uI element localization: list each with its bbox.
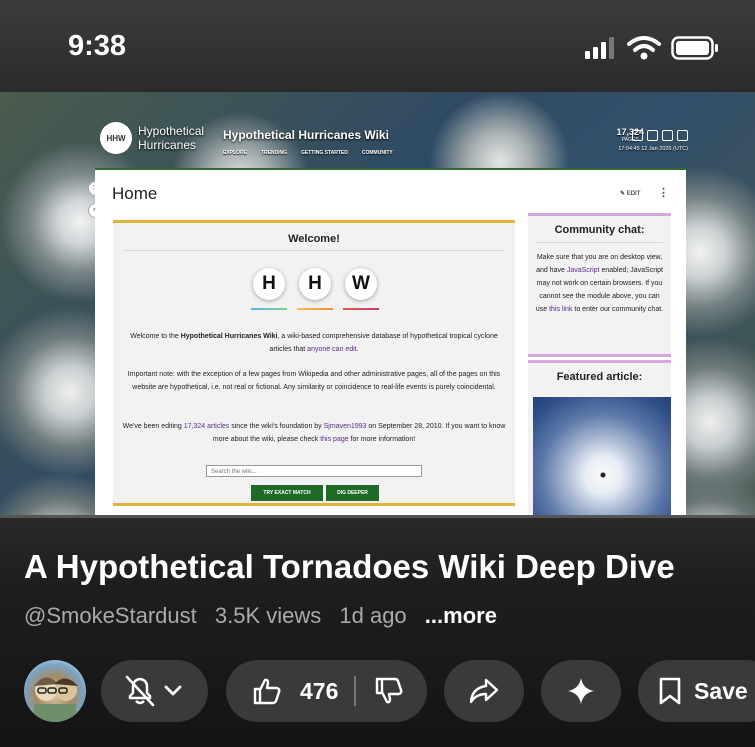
- welcome-paragraph-3: We've been editing 17,324 articles since…: [121, 420, 507, 446]
- wiki-nav-community: COMMUNITY: [361, 150, 393, 156]
- p3-mid: since the wiki's foundation by: [229, 423, 324, 430]
- p1-post: .: [356, 346, 359, 353]
- edit-button: ✎ EDIT: [620, 191, 641, 197]
- welcome-title: Welcome!: [288, 233, 340, 245]
- status-time: 9:38: [68, 30, 127, 62]
- wiki-nav-getting-started: GETTING STARTED: [301, 150, 348, 156]
- bookmark-icon: [659, 677, 681, 705]
- logo-bar-3: [343, 308, 379, 310]
- try-exact-match-button: TRY EXACT MATCH: [251, 485, 323, 501]
- activity-icon: [647, 130, 658, 141]
- more-options-icon: ⋮: [658, 187, 669, 199]
- menu-icon: [677, 130, 688, 141]
- wiki-page: Home ✎ EDIT ⋮ Welcome! H H W Welcome to …: [95, 168, 686, 515]
- logo-bar-2: [297, 308, 333, 310]
- articles-link: 17,324 articles: [183, 423, 230, 430]
- community-chat-title: Community chat:: [554, 224, 645, 236]
- founder-link: Sjmaven1993: [323, 423, 367, 430]
- anyone-can-edit-link: anyone can edit: [307, 346, 357, 353]
- featured-article-box: Featured article:: [528, 360, 671, 515]
- javascript-link: JavaScript: [566, 267, 600, 274]
- edit-label: EDIT: [626, 191, 641, 197]
- view-count: 3.5K views: [214, 603, 322, 628]
- status-icons: [585, 36, 719, 60]
- wiki-logo-text: Hypothetical Hurricanes: [138, 124, 204, 152]
- save-label: Save: [694, 677, 748, 704]
- dig-deeper-button: DIG DEEPER: [326, 485, 379, 501]
- theme-icon: [662, 130, 673, 141]
- wiki-nav-explore: EXPLORE: [223, 150, 247, 156]
- save-button[interactable]: Save: [638, 660, 755, 722]
- like-dislike-group: 476: [226, 660, 427, 722]
- ask-ai-button[interactable]: [541, 660, 621, 722]
- wiki-header: HHW Hypothetical Hurricanes Hypothetical…: [96, 110, 696, 168]
- this-page-link: this page: [320, 436, 349, 443]
- hhw-logo: H H W: [251, 268, 379, 316]
- wiki-nav-trending: TRENDING: [260, 150, 288, 156]
- p3-pre: We've been editing: [122, 423, 184, 430]
- community-chat-text: Make sure that you are on desktop view, …: [528, 243, 671, 316]
- welcome-paragraph-1: Welcome to the Hypothetical Hurricanes W…: [121, 330, 507, 356]
- channel-avatar[interactable]: [24, 660, 86, 722]
- notifications-button[interactable]: [101, 660, 208, 722]
- divider: [354, 676, 357, 706]
- p1-bold: Hypothetical Hurricanes Wiki: [180, 333, 278, 340]
- action-row: 476 Save: [0, 660, 755, 724]
- p1-mid: , a wiki-based comprehensive database of…: [269, 333, 498, 353]
- wiki-logo-icon: HHW: [100, 122, 132, 154]
- status-bar: 9:38: [0, 0, 755, 92]
- wiki-timestamp: 17:04:45 12 Jan 2026 (UTC): [618, 146, 688, 152]
- hhw-letter-h2: H: [299, 268, 331, 300]
- video-title[interactable]: A Hypothetical Tornadoes Wiki Deep Dive: [24, 548, 675, 586]
- avatar-art-icon: [34, 677, 78, 722]
- sparkle-icon: [568, 678, 594, 704]
- video-meta: @SmokeStardust 3.5K views 1d ago ...more: [24, 603, 509, 629]
- welcome-box: Welcome! H H W Welcome to the Hypothetic…: [113, 220, 515, 506]
- wiki-header-icons: [632, 130, 688, 141]
- hhw-letter-w: W: [345, 268, 377, 300]
- battery-icon: [671, 36, 718, 60]
- wifi-icon: [627, 36, 661, 60]
- discuss-icon: [632, 130, 643, 141]
- hhw-letter-h1: H: [253, 268, 285, 300]
- bell-off-icon: [125, 675, 181, 707]
- channel-handle[interactable]: @SmokeStardust: [24, 603, 197, 628]
- logo-text-line1: Hypothetical: [138, 124, 205, 138]
- featured-article-title: Featured article:: [556, 371, 643, 383]
- welcome-paragraph-2: Important note: with the exception of a …: [127, 371, 501, 391]
- video-player[interactable]: HHW Hypothetical Hurricanes Hypothetical…: [0, 92, 755, 515]
- share-button[interactable]: [444, 660, 524, 722]
- thumbs-down-icon[interactable]: [374, 676, 404, 706]
- divider: [123, 250, 505, 251]
- wiki-nav: EXPLORE TRENDING GETTING STARTED COMMUNI…: [223, 150, 393, 156]
- thumbs-up-icon[interactable]: [252, 676, 282, 706]
- this-link: this link: [549, 306, 573, 313]
- video-progress-bar[interactable]: [0, 515, 755, 518]
- share-icon: [469, 678, 499, 704]
- logo-text-line2: Hurricanes: [138, 138, 197, 152]
- chat-text-post: to enter our community chat.: [572, 306, 664, 313]
- p1-pre: Welcome to the: [130, 333, 181, 340]
- community-chat-box: Community chat: Make sure that you are o…: [528, 213, 671, 357]
- page-title: Home: [112, 184, 158, 203]
- more-button[interactable]: ...more: [425, 603, 497, 628]
- featured-hurricane-image: [533, 397, 671, 515]
- wiki-site-title: Hypothetical Hurricanes Wiki: [223, 128, 389, 142]
- upload-age: 1d ago: [339, 603, 407, 628]
- p3-post: for more information!: [348, 436, 416, 443]
- cellular-signal-icon: [585, 37, 614, 59]
- logo-bar-1: [251, 308, 287, 310]
- wiki-search-input: Search the wiki...: [206, 465, 422, 477]
- like-count[interactable]: 476: [300, 678, 338, 705]
